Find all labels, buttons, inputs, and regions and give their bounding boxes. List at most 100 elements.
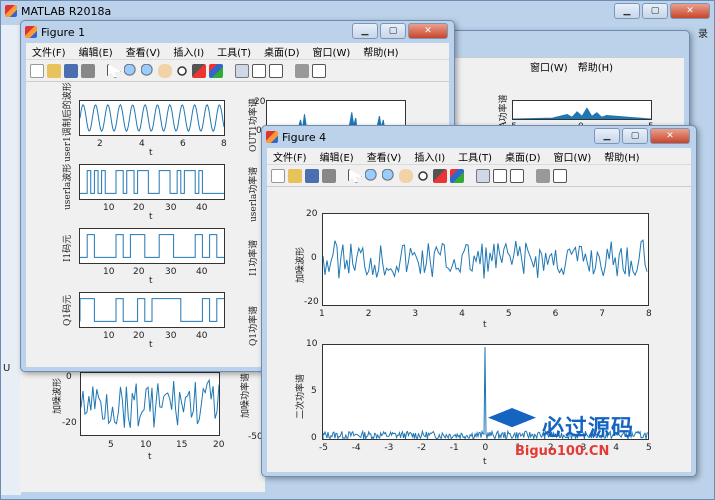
x-tick-label: -2 [417, 443, 427, 453]
bg-ytick-0: 0 [66, 372, 72, 382]
f4-spectrum-ylabel: 二次功率谱 [296, 373, 306, 419]
hide-plot-tools-icon[interactable] [295, 63, 309, 78]
pan-hand-icon[interactable] [399, 168, 413, 183]
legend-icon[interactable] [510, 168, 524, 183]
colorbar-icon[interactable] [252, 63, 266, 78]
f4-noise-axis [322, 213, 649, 306]
link-plot-icon[interactable] [235, 63, 249, 78]
figure4-controls: ▁ ▢ ✕ [594, 128, 690, 144]
hide-plot-tools-icon[interactable] [536, 168, 550, 183]
show-plot-tools-icon[interactable] [553, 168, 567, 183]
menu-help[interactable]: 帮助(H) [363, 44, 398, 59]
f1-out1-ylabel: OUT1功率谱 [249, 98, 259, 152]
f1-q1-power-ylabel: Q1功率谱 [249, 305, 259, 346]
rotate-icon[interactable] [416, 168, 430, 183]
bg-mid-ylabel: 加噪功率谱 [241, 372, 251, 418]
menu-tools[interactable]: 工具(T) [458, 149, 492, 164]
bg-xtick-10: 10 [140, 440, 152, 450]
minimize-button[interactable]: ▁ [352, 23, 378, 39]
x-tick-label: 0 [482, 443, 489, 453]
zoom-in-icon[interactable] [365, 168, 379, 183]
menu-window[interactable]: 窗口(W) [554, 149, 592, 164]
menu-edit[interactable]: 编辑(E) [79, 44, 113, 59]
maximize-button[interactable]: ▢ [642, 3, 668, 19]
x-tick-label: -3 [384, 443, 394, 453]
new-figure-icon[interactable] [30, 63, 44, 78]
data-cursor-icon[interactable] [433, 168, 447, 183]
close-button[interactable]: ✕ [408, 23, 448, 39]
pointer-icon[interactable] [107, 63, 121, 78]
f1-xtick: 20 [133, 331, 145, 341]
menu-desktop[interactable]: 桌面(D) [505, 149, 541, 164]
bg-menu: 窗口(W) 帮助(H) [446, 58, 684, 74]
x-tick-label: -1 [449, 443, 459, 453]
main-window-controls: ▁ ▢ ✕ [614, 3, 710, 19]
f1-xtick: 4 [139, 139, 145, 149]
menu-tools[interactable]: 工具(T) [217, 44, 251, 59]
side-lu-text: 录 [698, 29, 708, 40]
figure1-title: Figure 1 [41, 25, 86, 39]
menu-view[interactable]: 查看(V) [367, 149, 402, 164]
bg-xtick-15: 15 [176, 440, 188, 450]
bg-xtick-20: 20 [213, 440, 225, 450]
f4-ytick: 0 [311, 433, 317, 443]
zoom-in-icon[interactable] [124, 63, 138, 78]
menu-file[interactable]: 文件(F) [273, 149, 307, 164]
left-strip [1, 25, 21, 495]
brush-icon[interactable] [209, 63, 223, 78]
zoom-out-icon[interactable] [382, 168, 396, 183]
f4-ytick: 5 [311, 386, 317, 396]
open-folder-icon[interactable] [47, 63, 61, 78]
bg-xtick-5: 5 [108, 440, 114, 450]
x-tick-label: 4 [459, 309, 465, 319]
pan-hand-icon[interactable] [158, 63, 172, 78]
f1-xtick: 40 [196, 267, 208, 277]
menu-help[interactable]: 帮助(H) [604, 149, 639, 164]
zoom-out-icon[interactable] [141, 63, 155, 78]
menu-view[interactable]: 查看(V) [126, 44, 161, 59]
menu-insert[interactable]: 插入(I) [414, 149, 445, 164]
brush-icon[interactable] [450, 168, 464, 183]
save-icon[interactable] [64, 63, 78, 78]
rotate-icon[interactable] [175, 63, 189, 78]
minimize-button[interactable]: ▁ [594, 128, 620, 144]
link-plot-icon[interactable] [476, 168, 490, 183]
signal-trace [81, 380, 219, 428]
close-button[interactable]: ✕ [650, 128, 690, 144]
data-cursor-icon[interactable] [192, 63, 206, 78]
maximize-button[interactable]: ▢ [380, 23, 406, 39]
f1-userla-power-ylabel: userla功率谱 [249, 166, 259, 222]
signal-trace [323, 240, 647, 278]
f1-xtick: 8 [221, 139, 227, 149]
pointer-icon[interactable] [348, 168, 362, 183]
f1-xtick: 2 [97, 139, 103, 149]
save-icon[interactable] [305, 168, 319, 183]
figure-icon [266, 131, 278, 143]
signal-trace [80, 105, 224, 131]
colorbar-icon[interactable] [493, 168, 507, 183]
maximize-button[interactable]: ▢ [622, 128, 648, 144]
close-button[interactable]: ✕ [670, 3, 710, 19]
menu-window[interactable]: 窗口(W) [313, 44, 351, 59]
bg-noise-axis [80, 372, 220, 436]
x-tick-label: 8 [646, 309, 652, 319]
menu-insert[interactable]: 插入(I) [173, 44, 204, 59]
open-folder-icon[interactable] [288, 168, 302, 183]
f1-xtick: 10 [103, 203, 115, 213]
f1-i1-power-ylabel: I1功率谱 [249, 239, 259, 276]
x-tick-label: 1 [319, 309, 325, 319]
new-figure-icon[interactable] [271, 168, 285, 183]
show-plot-tools-icon[interactable] [312, 63, 326, 78]
menu-file[interactable]: 文件(F) [32, 44, 66, 59]
menu-edit[interactable]: 编辑(E) [320, 149, 354, 164]
figure1-controls: ▁ ▢ ✕ [352, 23, 448, 39]
f1-xtick: 30 [165, 203, 177, 213]
figure-icon [25, 26, 37, 38]
watermark-url: Biguo100.CN [515, 444, 610, 459]
menu-desktop[interactable]: 桌面(D) [264, 44, 300, 59]
legend-icon[interactable] [269, 63, 283, 78]
minimize-button[interactable]: ▁ [614, 3, 640, 19]
print-icon[interactable] [322, 168, 336, 183]
f1-xtick: 30 [165, 267, 177, 277]
print-icon[interactable] [81, 63, 95, 78]
